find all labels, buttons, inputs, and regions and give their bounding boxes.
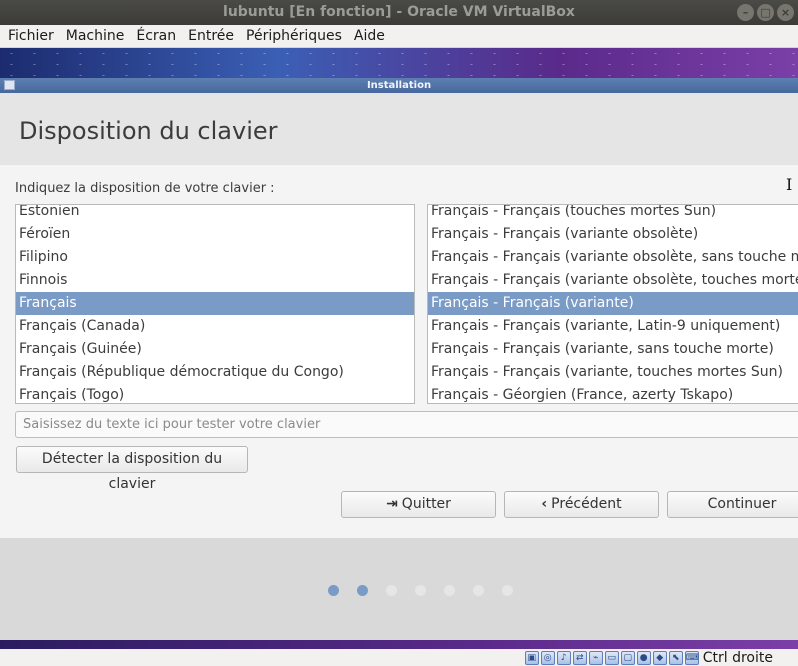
menu-aide[interactable]: Aide: [348, 28, 391, 44]
exit-icon: ⇥: [386, 496, 398, 512]
layout-item[interactable]: Estonien: [16, 205, 414, 223]
keyboard-test-input[interactable]: [15, 411, 798, 438]
layout-item[interactable]: Filipino: [16, 246, 414, 269]
installer-header: Disposition du clavier: [0, 93, 798, 165]
host-key-label: Ctrl droite: [702, 649, 773, 666]
page-title: Disposition du clavier: [19, 117, 278, 145]
detect-layout-button[interactable]: Détecter la disposition du clavier: [16, 446, 248, 492]
progress-dot-complete: [328, 585, 339, 596]
host-window-title: lubuntu [En fonction] - Oracle VM Virtua…: [223, 4, 575, 20]
layout-item-selected[interactable]: Français: [16, 292, 414, 315]
layout-item[interactable]: Français (Togo): [16, 384, 414, 403]
menu-fichier[interactable]: Fichier: [2, 28, 60, 44]
variant-item[interactable]: Français - Français (variante, sans touc…: [428, 338, 798, 361]
layout-item[interactable]: Français (République démocratique du Con…: [16, 361, 414, 384]
menu-entree[interactable]: Entrée: [182, 28, 240, 44]
keyboard-layout-list[interactable]: Estonien Féroïen Filipino Finnois França…: [15, 204, 415, 404]
progress-dot: [415, 585, 426, 596]
close-button[interactable]: ×: [777, 4, 794, 21]
vbox-menubar: Fichier Machine Écran Entrée Périphériqu…: [0, 25, 798, 48]
installer-window: Disposition du clavier Indiquez la dispo…: [0, 93, 798, 640]
variant-item[interactable]: Français - Français (variante obsolète): [428, 223, 798, 246]
progress-dot-complete: [357, 585, 368, 596]
keyboard-icon[interactable]: ⌨: [684, 650, 699, 665]
progress-dot: [386, 585, 397, 596]
vbox-statusbar: ▣ ◎ ♪ ⇄ ⌁ ▭ ▢ ● ◆ ⬉ ⌨ Ctrl droite: [0, 649, 798, 666]
progress-dot: [444, 585, 455, 596]
variant-item[interactable]: Français - Français (variante obsolète, …: [428, 246, 798, 269]
minimize-button[interactable]: –: [737, 4, 754, 21]
layout-item[interactable]: Finnois: [16, 269, 414, 292]
display-icon[interactable]: ▢: [620, 650, 635, 665]
variant-item[interactable]: Français - Français (variante, Latin-9 u…: [428, 315, 798, 338]
layout-prompt: Indiquez la disposition de votre clavier…: [15, 181, 275, 196]
chevron-left-icon: ‹: [541, 496, 548, 512]
hard-disk-icon[interactable]: ▣: [524, 650, 539, 665]
variant-item[interactable]: Français - Français (variante, touches m…: [428, 361, 798, 384]
keyboard-variant-list[interactable]: Français - Français (touches mortes Sun)…: [427, 204, 798, 404]
previous-button-label: Précédent: [551, 496, 622, 512]
variant-item[interactable]: Français - Français (touches mortes Sun): [428, 205, 798, 223]
previous-button[interactable]: ‹ Précédent: [504, 491, 659, 518]
menu-peripheriques[interactable]: Périphériques: [240, 28, 348, 44]
maximize-button[interactable]: □: [757, 4, 774, 21]
installer-window-title: Installation: [366, 80, 432, 91]
progress-dot: [473, 585, 484, 596]
shared-folders-icon[interactable]: ▭: [604, 650, 619, 665]
variant-item-selected[interactable]: Français - Français (variante): [428, 292, 798, 315]
optical-drive-icon[interactable]: ◎: [540, 650, 555, 665]
video-capture-icon[interactable]: ●: [636, 650, 651, 665]
menu-ecran[interactable]: Écran: [130, 28, 182, 44]
menu-machine[interactable]: Machine: [60, 28, 131, 44]
variant-item[interactable]: Français - Français (variante obsolète, …: [428, 269, 798, 292]
guest-desktop-wallpaper: [0, 48, 798, 78]
network-icon[interactable]: ⇄: [572, 650, 587, 665]
guest-desktop-bottom: [0, 640, 798, 649]
audio-icon[interactable]: ♪: [556, 650, 571, 665]
text-cursor-icon: I: [786, 175, 793, 194]
progress-dots: [328, 585, 513, 596]
usb-icon[interactable]: ⌁: [588, 650, 603, 665]
continue-button[interactable]: Continuer: [667, 491, 798, 518]
mouse-integration-icon[interactable]: ⬉: [668, 650, 683, 665]
installer-content: Indiquez la disposition de votre clavier…: [0, 165, 798, 538]
virtualization-icon[interactable]: ◆: [652, 650, 667, 665]
installer-footer: [0, 538, 798, 640]
layout-item[interactable]: Français (Guinée): [16, 338, 414, 361]
host-window-titlebar: lubuntu [En fonction] - Oracle VM Virtua…: [0, 0, 798, 25]
quit-button[interactable]: ⇥ Quitter: [341, 491, 496, 518]
quit-button-label: Quitter: [401, 496, 451, 512]
layout-item[interactable]: Féroïen: [16, 223, 414, 246]
installer-titlebar: Installation: [0, 78, 798, 93]
variant-item[interactable]: Français - Géorgien (France, azerty Tska…: [428, 384, 798, 403]
progress-dot: [502, 585, 513, 596]
window-controls: – □ ×: [737, 4, 794, 21]
layout-item[interactable]: Français (Canada): [16, 315, 414, 338]
window-menu-icon[interactable]: [4, 80, 15, 90]
